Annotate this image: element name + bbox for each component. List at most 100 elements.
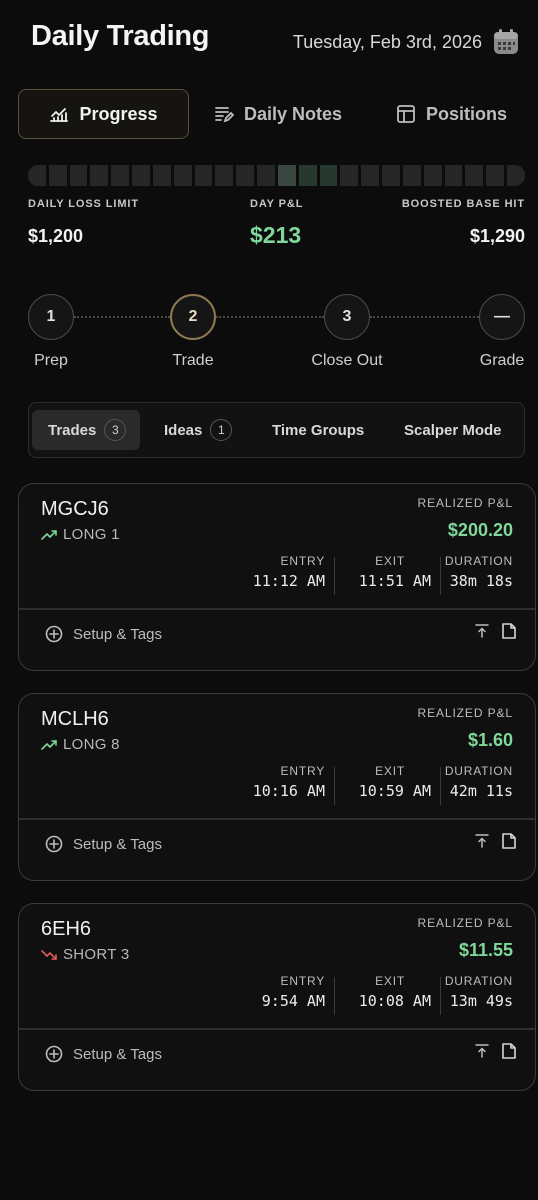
count-badge: 3 xyxy=(104,419,127,441)
share-upload-icon[interactable] xyxy=(473,1042,491,1060)
duration-label: DURATION xyxy=(444,974,513,988)
tab-label: Progress xyxy=(79,103,158,124)
header: Daily Trading Tuesday, Feb 3rd, 2026 xyxy=(0,0,538,80)
step-close-out-label: Close Out xyxy=(311,352,383,369)
trade-symbol: 6EH6 xyxy=(41,918,92,940)
progress-segment xyxy=(173,165,192,186)
column-divider xyxy=(440,977,441,1015)
setup-tags-button[interactable]: Setup & Tags xyxy=(45,1045,162,1063)
step-trade-circle[interactable]: 2 xyxy=(170,294,216,340)
daily-loss-limit-label: DAILY LOSS LIMIT xyxy=(28,198,139,210)
subtab-label: Trades xyxy=(48,421,97,439)
subtab-ideas[interactable]: Ideas 1 xyxy=(164,410,233,450)
daily-loss-limit-value: $1,200 xyxy=(28,226,84,246)
sub-tabs: Trades 3 Ideas 1 Time Groups Scalper Mod… xyxy=(28,402,525,458)
card-divider xyxy=(19,818,535,820)
progress-segment xyxy=(69,165,88,186)
exit-time: 11:51 AM xyxy=(358,572,431,590)
share-upload-icon[interactable] xyxy=(473,832,491,850)
column-divider xyxy=(334,767,335,805)
realized-pnl-value: $1.60 xyxy=(467,730,513,750)
progress-segment xyxy=(298,165,317,186)
duration-value: 38m 18s xyxy=(449,572,513,590)
layout-table-icon xyxy=(397,105,415,123)
daily-progress-bar xyxy=(28,165,525,186)
setup-tags-button[interactable]: Setup & Tags xyxy=(45,625,162,643)
card-divider xyxy=(19,1028,535,1030)
share-upload-icon[interactable] xyxy=(473,622,491,640)
trade-symbol: MGCJ6 xyxy=(41,498,109,520)
tab-progress[interactable]: Progress xyxy=(18,89,189,139)
trade-side: LONG 1 xyxy=(41,526,120,543)
progress-segment xyxy=(507,165,525,186)
progress-segment xyxy=(257,165,275,186)
plus-circle-icon xyxy=(45,1045,63,1063)
duration-label: DURATION xyxy=(444,554,513,568)
notes-pen-icon xyxy=(215,107,234,123)
entry-time: 10:16 AM xyxy=(252,782,325,800)
document-icon[interactable] xyxy=(500,832,518,850)
trade-side-label: LONG 8 xyxy=(63,736,120,753)
duration-value: 42m 11s xyxy=(449,782,513,800)
progress-segment xyxy=(236,165,255,186)
column-divider xyxy=(440,557,441,595)
main-tabs: Progress Daily Notes Positions xyxy=(18,89,520,139)
card-divider xyxy=(19,608,535,610)
progress-segment xyxy=(340,165,359,186)
day-pnl-label: DAY P&L xyxy=(250,198,304,210)
step-close-out-circle[interactable]: 3 xyxy=(324,294,370,340)
trade-symbol: MCLH6 xyxy=(41,708,109,730)
trade-card[interactable]: MCLH6 LONG 8 REALIZED P&L $1.60 ENTRY 10… xyxy=(18,693,536,881)
tab-positions[interactable]: Positions xyxy=(396,89,507,139)
progress-segment xyxy=(111,165,130,186)
document-icon[interactable] xyxy=(500,1042,518,1060)
column-divider xyxy=(334,557,335,595)
step-connector xyxy=(216,316,324,318)
progress-segment xyxy=(486,165,505,186)
duration-value: 13m 49s xyxy=(449,992,513,1010)
setup-tags-label: Setup & Tags xyxy=(73,625,162,643)
calendar-icon[interactable] xyxy=(493,29,519,55)
progress-segment xyxy=(277,165,296,186)
trade-card[interactable]: 6EH6 SHORT 3 REALIZED P&L $11.55 ENTRY 9… xyxy=(18,903,536,1091)
realized-pnl-label: REALIZED P&L xyxy=(417,496,513,510)
entry-time: 11:12 AM xyxy=(252,572,325,590)
entry-label: ENTRY xyxy=(280,974,325,988)
document-icon[interactable] xyxy=(500,622,518,640)
progress-segment xyxy=(361,165,380,186)
trend-up-icon xyxy=(41,739,57,750)
realized-pnl-label: REALIZED P&L xyxy=(417,706,513,720)
count-badge: 1 xyxy=(210,419,233,441)
page-title: Daily Trading xyxy=(31,20,210,52)
trend-down-icon xyxy=(41,949,57,960)
trade-side: LONG 8 xyxy=(41,736,120,753)
tab-label: Daily Notes xyxy=(244,103,343,124)
trade-side-label: LONG 1 xyxy=(63,526,120,543)
entry-time: 9:54 AM xyxy=(261,992,325,1010)
progress-segment xyxy=(382,165,400,186)
exit-label: EXIT xyxy=(375,974,405,988)
realized-pnl-value: $11.55 xyxy=(458,940,513,960)
setup-tags-button[interactable]: Setup & Tags xyxy=(45,835,162,853)
step-prep-circle[interactable]: 1 xyxy=(28,294,74,340)
step-grade-circle[interactable]: — xyxy=(479,294,525,340)
plus-circle-icon xyxy=(45,835,63,853)
progress-segment xyxy=(48,165,67,186)
progress-segment xyxy=(319,165,338,186)
progress-segment xyxy=(152,165,171,186)
progress-segment xyxy=(215,165,234,186)
subtab-label: Ideas xyxy=(164,421,203,439)
boosted-base-hit-label: BOOSTED BASE HIT xyxy=(401,198,525,210)
chart-line-icon xyxy=(50,108,69,122)
trade-card[interactable]: MGCJ6 LONG 1 REALIZED P&L $200.20 ENTRY … xyxy=(18,483,536,671)
subtab-time-groups[interactable]: Time Groups xyxy=(272,410,364,450)
progress-segment xyxy=(194,165,213,186)
tab-daily-notes[interactable]: Daily Notes xyxy=(214,89,342,139)
date-label: Tuesday, Feb 3rd, 2026 xyxy=(292,32,482,52)
plus-circle-icon xyxy=(45,625,63,643)
step-connector xyxy=(370,316,479,318)
trend-up-icon xyxy=(41,529,57,540)
subtab-scalper-mode[interactable]: Scalper Mode xyxy=(404,410,502,450)
subtab-trades[interactable]: Trades 3 xyxy=(32,410,141,450)
trade-side: SHORT 3 xyxy=(41,946,130,963)
